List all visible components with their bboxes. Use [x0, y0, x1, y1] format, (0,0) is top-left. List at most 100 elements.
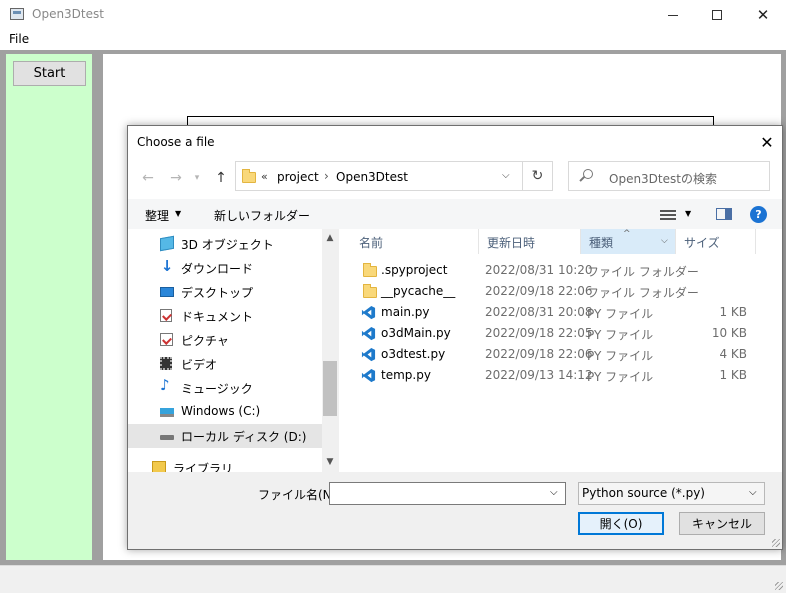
file-date: 2022/09/18 22:06: [485, 347, 593, 361]
nav-item-label: Windows (C:): [181, 404, 261, 418]
view-options-icon[interactable]: [660, 210, 676, 220]
file-size: 1 KB: [719, 305, 747, 319]
dialog-footer: ファイル名(N): ⌵ Python source (*.py) ⌵ 開く(O)…: [128, 472, 782, 549]
minimize-button[interactable]: [650, 0, 696, 30]
nav-item-label: ライブラリ: [173, 462, 234, 472]
file-name: __pycache__: [381, 284, 456, 298]
close-icon: ✕: [756, 5, 770, 24]
documents-icon: [160, 309, 172, 322]
search-placeholder: Open3Dtestの検索: [609, 172, 717, 186]
dialog-toolbar: 整理 ▼ 新しいフォルダー ▼ ?: [128, 199, 782, 229]
library-icon: [152, 461, 166, 472]
menu-bar: File: [0, 30, 786, 50]
file-type: ファイル フォルダー: [587, 286, 699, 300]
scroll-down-icon[interactable]: ▼: [322, 457, 338, 467]
cancel-button[interactable]: キャンセル: [679, 512, 765, 535]
nav-scrollbar[interactable]: ▲ ▼: [322, 229, 338, 472]
file-dialog: Choose a file ✕ ← → ▾ ↑ « project › Open…: [127, 125, 783, 550]
nav-item-label: ピクチャ: [181, 334, 229, 348]
breadcrumb-separator-icon[interactable]: ›: [324, 169, 329, 183]
vscode-file-icon: [361, 347, 376, 362]
file-name: temp.py: [381, 368, 431, 382]
organize-button[interactable]: 整理: [145, 207, 169, 224]
nav-item-3d-objects[interactable]: 3D オブジェクト: [128, 232, 322, 256]
vscode-file-icon: [361, 326, 376, 341]
address-overflow-chevron[interactable]: «: [261, 170, 268, 183]
nav-item-downloads[interactable]: ↓ ダウンロード: [128, 256, 322, 280]
nav-item-video[interactable]: ビデオ: [128, 352, 322, 376]
nav-item-windows-c[interactable]: Windows (C:): [128, 400, 322, 424]
app-icon: [10, 8, 24, 20]
dialog-close-button[interactable]: ✕: [756, 131, 778, 153]
nav-item-local-disk-d[interactable]: ローカル ディスク (D:): [128, 424, 322, 448]
file-row[interactable]: __pycache__ 2022/09/18 22:06 ファイル フォルダー: [351, 281, 771, 302]
close-button[interactable]: ✕: [740, 0, 786, 30]
back-arrow-icon[interactable]: ←: [138, 168, 158, 188]
pane-divider[interactable]: [338, 229, 339, 472]
maximize-icon: [712, 10, 722, 20]
nav-item-pictures[interactable]: ピクチャ: [128, 328, 322, 352]
start-button[interactable]: Start: [13, 61, 86, 86]
maximize-button[interactable]: [694, 0, 740, 30]
filetype-dropdown-icon[interactable]: ⌵: [749, 487, 757, 498]
nav-item-label: ミュージック: [181, 382, 253, 396]
column-date[interactable]: 更新日時: [479, 229, 581, 254]
up-arrow-icon[interactable]: ↑: [211, 168, 231, 188]
view-dropdown-icon[interactable]: ▼: [685, 209, 691, 218]
filename-input[interactable]: ⌵: [329, 482, 566, 505]
address-dropdown-icon[interactable]: ⌵: [502, 170, 510, 181]
recent-locations-dropdown-icon[interactable]: ▾: [191, 168, 203, 188]
file-row[interactable]: temp.py 2022/09/13 14:12 PY ファイル 1 KB: [351, 365, 771, 386]
local-disk-icon: [160, 435, 174, 440]
download-icon: ↓: [160, 257, 174, 275]
nav-item-documents[interactable]: ドキュメント: [128, 304, 322, 328]
file-name: o3dMain.py: [381, 326, 451, 340]
filename-dropdown-icon[interactable]: ⌵: [550, 487, 558, 498]
left-panel: [6, 54, 92, 560]
folder-icon: [363, 284, 377, 298]
forward-arrow-icon[interactable]: →: [166, 168, 186, 188]
status-bar: [0, 565, 786, 593]
resize-grip-icon[interactable]: [775, 582, 783, 590]
nav-item-desktop[interactable]: デスクトップ: [128, 280, 322, 304]
new-folder-button[interactable]: 新しいフォルダー: [214, 207, 310, 224]
window-title: Open3Dtest: [32, 7, 104, 21]
file-row[interactable]: main.py 2022/08/31 20:08 PY ファイル 1 KB: [351, 302, 771, 323]
open-button[interactable]: 開く(O): [578, 512, 664, 535]
desktop-icon: [160, 287, 174, 297]
minimize-icon: [668, 14, 678, 16]
windows-drive-icon: [160, 408, 174, 417]
breadcrumb-open3dtest[interactable]: Open3Dtest: [336, 170, 408, 184]
scroll-up-icon[interactable]: ▲: [322, 233, 338, 243]
file-date: 2022/09/13 14:12: [485, 368, 593, 382]
file-name: o3dtest.py: [381, 347, 446, 361]
file-date: 2022/08/31 10:20: [485, 263, 593, 277]
file-type: PY ファイル: [587, 307, 654, 321]
video-icon: [160, 357, 172, 370]
breadcrumb-project[interactable]: project: [277, 170, 319, 184]
dialog-resize-grip-icon[interactable]: [772, 539, 780, 547]
column-name[interactable]: 名前: [351, 229, 479, 254]
menu-file[interactable]: File: [9, 32, 29, 46]
nav-item-label: デスクトップ: [181, 286, 254, 300]
preview-pane-icon[interactable]: [716, 208, 732, 220]
organize-dropdown-icon[interactable]: ▼: [175, 209, 181, 218]
scroll-thumb[interactable]: [323, 361, 337, 416]
help-icon[interactable]: ?: [750, 206, 767, 223]
address-bar[interactable]: « project › Open3Dtest ⌵: [235, 161, 523, 191]
vscode-file-icon: [361, 368, 376, 383]
folder-icon: [363, 263, 377, 277]
column-filter-dropdown-icon[interactable]: ⌵: [661, 236, 668, 246]
file-row[interactable]: o3dMain.py 2022/09/18 22:05 PY ファイル 10 K…: [351, 323, 771, 344]
search-input[interactable]: Open3Dtestの検索: [568, 161, 770, 191]
file-row[interactable]: o3dtest.py 2022/09/18 22:06 PY ファイル 4 KB: [351, 344, 771, 365]
file-row[interactable]: .spyproject 2022/08/31 10:20 ファイル フォルダー: [351, 260, 771, 281]
column-size[interactable]: サイズ: [676, 229, 756, 254]
filetype-select[interactable]: Python source (*.py) ⌵: [578, 482, 765, 505]
refresh-button[interactable]: ↻: [523, 161, 553, 191]
refresh-icon: ↻: [531, 168, 544, 184]
nav-item-library[interactable]: ライブラリ: [128, 456, 322, 472]
nav-item-label: ダウンロード: [181, 262, 254, 276]
nav-item-music[interactable]: ♪ ミュージック: [128, 376, 322, 400]
file-size: 1 KB: [719, 368, 747, 382]
